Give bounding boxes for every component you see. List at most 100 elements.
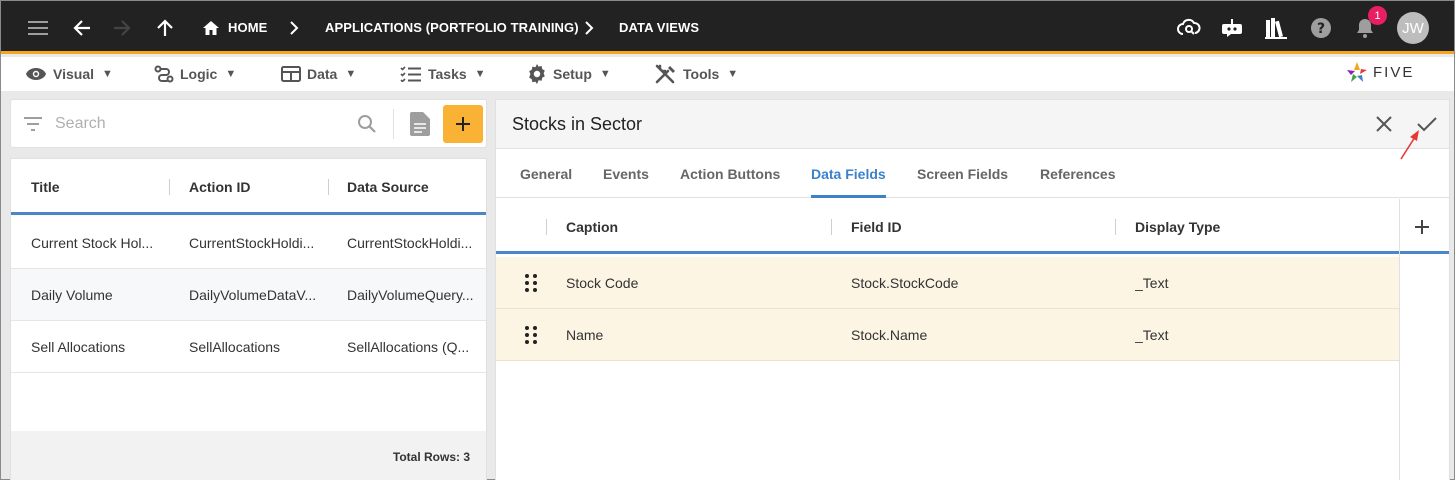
add-field-button[interactable] — [1411, 216, 1433, 238]
tab-action-buttons[interactable]: Action Buttons — [680, 150, 780, 198]
drag-handle-icon[interactable] — [523, 325, 539, 345]
caret-down-icon: ▼ — [474, 68, 486, 80]
column-divider — [831, 219, 832, 235]
column-header-action-id[interactable]: Action ID — [189, 159, 250, 215]
caret-down-icon: ▼ — [225, 68, 237, 80]
search-bar — [10, 99, 487, 148]
grid-divider — [1399, 199, 1400, 480]
menu-tasks-label: Tasks — [428, 66, 467, 82]
breadcrumb-applications[interactable]: APPLICATIONS (PORTFOLIO TRAINING) — [325, 1, 579, 54]
menu-setup[interactable]: Setup ▼ — [527, 57, 611, 91]
form-panel: Stocks in Sector General Events Action B… — [495, 99, 1450, 480]
menu-tools[interactable]: Tools ▼ — [655, 57, 738, 91]
column-header-field-id[interactable]: Field ID — [851, 199, 902, 255]
add-button[interactable] — [443, 105, 483, 143]
column-header-title[interactable]: Title — [31, 159, 60, 215]
column-header-data-source[interactable]: Data Source — [347, 159, 429, 215]
search-input[interactable] — [55, 110, 345, 138]
list-footer: Total Rows: 3 — [11, 431, 486, 480]
menu-bar: Visual ▼ Logic ▼ Data ▼ Tasks ▼ Setup ▼ … — [1, 57, 1454, 91]
cell-title: Daily Volume — [31, 286, 113, 303]
menu-logic[interactable]: Logic ▼ — [154, 57, 236, 91]
up-arrow-icon[interactable] — [147, 1, 183, 54]
menu-data-label: Data — [307, 66, 338, 82]
menu-visual[interactable]: Visual ▼ — [25, 57, 113, 91]
cell-caption: Stock Code — [566, 274, 639, 291]
back-arrow-icon[interactable] — [64, 1, 100, 54]
tab-references[interactable]: References — [1040, 150, 1116, 198]
plus-icon — [456, 117, 470, 131]
breadcrumb-home[interactable]: HOME — [228, 1, 267, 54]
svg-text:?: ? — [1317, 21, 1325, 37]
table-row[interactable]: Current Stock Hol... CurrentStockHoldi..… — [11, 217, 486, 269]
cell-action-id: CurrentStockHoldi... — [189, 234, 315, 251]
forward-arrow-icon[interactable] — [104, 1, 140, 54]
top-app-bar: HOME APPLICATIONS (PORTFOLIO TRAINING) D… — [1, 1, 1454, 54]
menu-visual-label: Visual — [53, 66, 94, 82]
column-divider — [169, 179, 170, 195]
home-icon[interactable] — [194, 1, 228, 54]
caret-down-icon: ▼ — [102, 68, 113, 80]
caret-down-icon: ▼ — [345, 68, 357, 80]
tab-data-fields[interactable]: Data Fields — [811, 150, 886, 198]
tab-general[interactable]: General — [520, 150, 572, 198]
chevron-right-icon — [277, 1, 311, 54]
column-divider — [328, 179, 329, 195]
five-logo-icon — [1347, 62, 1367, 82]
table-row[interactable]: Name Stock.Name _Text — [496, 309, 1399, 361]
fields-grid-header: Caption Field ID Display Type — [496, 199, 1449, 254]
menu-tasks[interactable]: Tasks ▼ — [400, 57, 486, 91]
filter-icon[interactable] — [24, 117, 42, 131]
drag-handle-icon[interactable] — [523, 273, 539, 293]
close-button[interactable] — [1371, 111, 1397, 137]
form-header: Stocks in Sector — [496, 100, 1449, 160]
cell-title: Sell Allocations — [31, 338, 126, 355]
tab-screen-fields[interactable]: Screen Fields — [917, 150, 1008, 198]
document-icon[interactable] — [410, 112, 430, 136]
menu-logic-label: Logic — [180, 66, 218, 82]
cell-data-source: DailyVolumeQuery... — [347, 286, 474, 303]
table-row[interactable]: Daily Volume DailyVolumeDataV... DailyVo… — [11, 269, 486, 321]
plus-icon — [1415, 220, 1429, 234]
column-divider — [1115, 219, 1116, 235]
cell-title: Current Stock Hol... — [31, 234, 154, 251]
search-icon[interactable] — [357, 114, 377, 134]
column-header-caption[interactable]: Caption — [566, 199, 618, 255]
tasks-icon — [400, 66, 421, 82]
data-views-list: Title Action ID Data Source Current Stoc… — [10, 158, 487, 480]
cell-data-source: CurrentStockHoldi... — [347, 234, 473, 251]
table-row[interactable]: Sell Allocations SellAllocations SellAll… — [11, 321, 486, 373]
cell-display-type: _Text — [1135, 326, 1169, 343]
chevron-right-icon — [572, 1, 606, 54]
menu-tools-label: Tools — [683, 66, 720, 82]
close-icon — [1376, 116, 1392, 132]
logic-icon — [154, 65, 174, 83]
menu-setup-label: Setup — [553, 66, 592, 82]
help-icon[interactable]: ? — [1303, 1, 1339, 54]
breadcrumb-data-views[interactable]: DATA VIEWS — [619, 1, 699, 54]
menu-data[interactable]: Data ▼ — [281, 57, 356, 91]
column-header-display-type[interactable]: Display Type — [1135, 199, 1220, 255]
cell-field-id: Stock.Name — [851, 326, 928, 343]
tab-bar: General Events Action Buttons Data Field… — [496, 150, 1449, 198]
gear-icon — [529, 64, 545, 84]
table-icon — [281, 66, 301, 82]
table-row[interactable]: Stock Code Stock.StockCode _Text — [496, 257, 1399, 309]
menu-icon[interactable] — [20, 1, 56, 54]
cell-action-id: DailyVolumeDataV... — [189, 286, 317, 303]
eye-icon — [26, 68, 46, 80]
list-header: Title Action ID Data Source — [11, 159, 486, 215]
total-rows: Total Rows: 3 — [392, 449, 470, 464]
divider — [393, 109, 394, 139]
five-logo: FIVE — [1345, 59, 1414, 85]
chatbot-icon[interactable] — [1214, 1, 1250, 54]
cell-display-type: _Text — [1135, 274, 1169, 291]
logo-text: FIVE — [1373, 63, 1415, 81]
library-icon[interactable] — [1258, 1, 1294, 54]
cell-data-source: SellAllocations (Q... — [347, 338, 470, 355]
notification-badge: 1 — [1368, 6, 1387, 25]
active-tab-indicator — [811, 195, 886, 198]
cloud-search-icon[interactable] — [1171, 1, 1207, 54]
avatar[interactable]: JW — [1397, 12, 1429, 44]
tab-events[interactable]: Events — [603, 150, 649, 198]
